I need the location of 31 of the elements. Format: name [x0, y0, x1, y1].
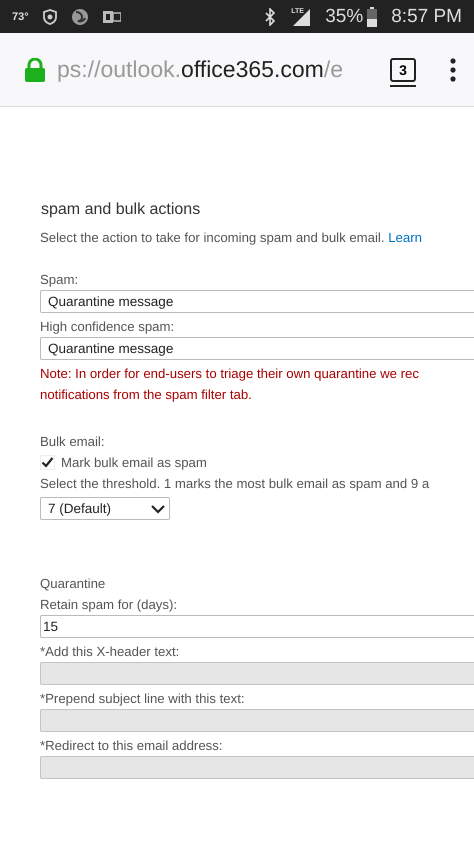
select-field[interactable]: Quarantine message	[40, 290, 474, 313]
description-text: Select the action to take for incoming spam and bulk email.	[40, 230, 385, 245]
learn-link[interactable]: Learn	[388, 230, 422, 245]
checkbox[interactable]	[40, 455, 55, 470]
group-label: Bulk email:	[40, 433, 106, 451]
field-label: *Prepend subject line with this text:	[40, 690, 246, 708]
note-text: Note: In order for end-users to triage their own quarantine we rec notifications from the spam filter tab.	[40, 365, 420, 404]
field-label: Retain spam for (days):	[40, 596, 178, 614]
bluetooth-icon	[265, 8, 276, 26]
battery-text: 35%	[325, 6, 364, 28]
battery-icon	[367, 6, 378, 26]
browser-icon	[70, 8, 89, 26]
group-label: Quarantine	[40, 575, 106, 593]
temperature-text: 73°	[12, 10, 29, 22]
mail-app-icon	[102, 8, 121, 24]
shield-icon	[42, 8, 57, 24]
select-field[interactable]: Quarantine message	[40, 337, 474, 360]
chevron-down-icon	[151, 504, 165, 514]
input-field[interactable]: 15	[40, 615, 474, 638]
url-text[interactable]: ps://outlook.office365.com/e	[57, 56, 378, 83]
field-label: High confidence spam:	[40, 318, 176, 336]
field-label: *Add this X-header text:	[40, 643, 180, 661]
threshold-dropdown[interactable]: 7 (Default)	[40, 497, 170, 520]
threshold-text: Select the threshold. 1 marks the most bulk email as spam and 9 a	[40, 475, 430, 493]
lock-icon	[25, 58, 45, 82]
menu-icon[interactable]	[450, 58, 456, 82]
section-title: spam and bulk actions	[41, 201, 202, 219]
field-label: *Redirect to this email address:	[40, 737, 224, 755]
field-label: Spam:	[40, 271, 80, 289]
clock-text: 8:57 PM	[391, 6, 462, 28]
checkbox-label: Mark bulk email as spam	[61, 455, 207, 470]
